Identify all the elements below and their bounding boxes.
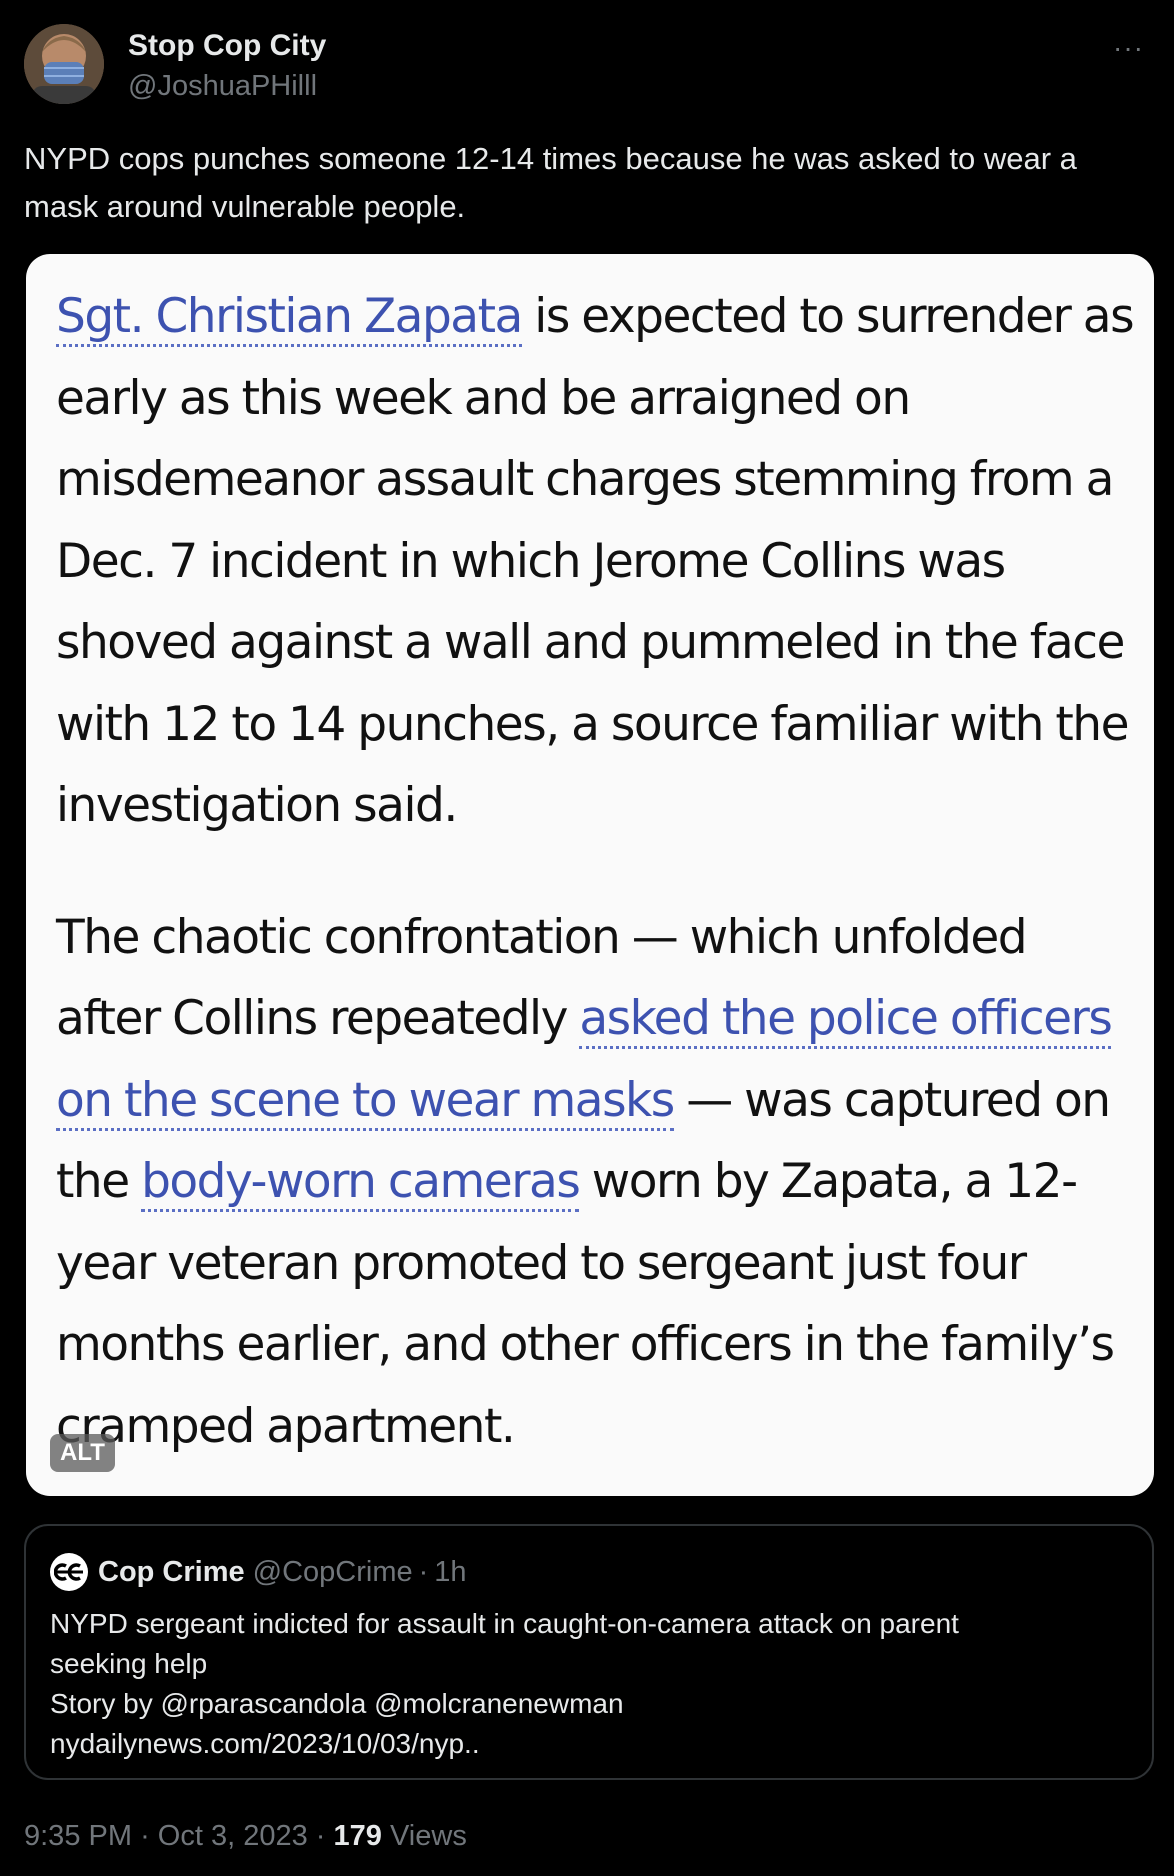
article-paragraph: Sgt. Christian Zapata is expected to sur… (56, 276, 1136, 847)
tweet-header: Stop Cop City @JoshuaPHilll ··· (24, 24, 1150, 104)
tweet-meta: 9:35 PM · Oct 3, 2023 · 179 Views (24, 1816, 467, 1856)
quoted-text-line: seeking help (50, 1648, 208, 1679)
avatar-image (24, 24, 104, 104)
article-link: Sgt. Christian Zapata (56, 289, 523, 347)
tweet-time[interactable]: 9:35 PM (24, 1820, 132, 1852)
quoted-tweet[interactable]: Cop Crime @CopCrime · 1h NYPD sergeant i… (24, 1524, 1154, 1780)
quoted-avatar[interactable] (50, 1553, 88, 1591)
views-count[interactable]: 179 (334, 1820, 382, 1852)
quoted-tweet-text: NYPD sergeant indicted for assault in ca… (50, 1604, 1130, 1764)
more-options-icon[interactable]: ··· (1113, 32, 1144, 64)
views-label: Views (389, 1820, 467, 1852)
author-info: Stop Cop City @JoshuaPHilll (128, 28, 326, 104)
separator-dot: · (140, 1820, 150, 1852)
article-link: body-worn cameras (141, 1154, 581, 1212)
separator-dot: · (418, 1555, 429, 1588)
author-handle[interactable]: @JoshuaPHilll (128, 68, 326, 104)
author-name[interactable]: Stop Cop City (128, 28, 326, 64)
quoted-author-name: Cop Crime (98, 1555, 245, 1588)
article-text: is expected to surrender as early as thi… (56, 289, 1135, 833)
avatar[interactable] (24, 24, 104, 104)
article-paragraph: The chaotic confrontation — which unfold… (56, 897, 1136, 1468)
tweet-text: NYPD cops punches someone 12-14 times be… (24, 141, 1077, 224)
quoted-author-handle: @CopCrime (252, 1555, 413, 1588)
tweet-image[interactable]: Sgt. Christian Zapata is expected to sur… (26, 254, 1154, 1496)
quoted-tweet-header: Cop Crime @CopCrime · 1h (50, 1553, 467, 1591)
quoted-text-line: Story by @rparascandola @molcranenewman (50, 1688, 624, 1719)
quoted-link[interactable]: nydailynews.com/2023/10/03/nyp.. (50, 1724, 1130, 1764)
article-screenshot: Sgt. Christian Zapata is expected to sur… (56, 276, 1136, 1467)
quoted-timestamp: 1h (434, 1555, 467, 1588)
quoted-text-line: NYPD sergeant indicted for assault in ca… (50, 1608, 959, 1639)
separator-dot: · (315, 1820, 326, 1852)
alt-text-badge[interactable]: ALT (50, 1434, 115, 1472)
tweet-date[interactable]: Oct 3, 2023 (158, 1820, 308, 1852)
cop-crime-logo-icon (54, 1563, 83, 1581)
